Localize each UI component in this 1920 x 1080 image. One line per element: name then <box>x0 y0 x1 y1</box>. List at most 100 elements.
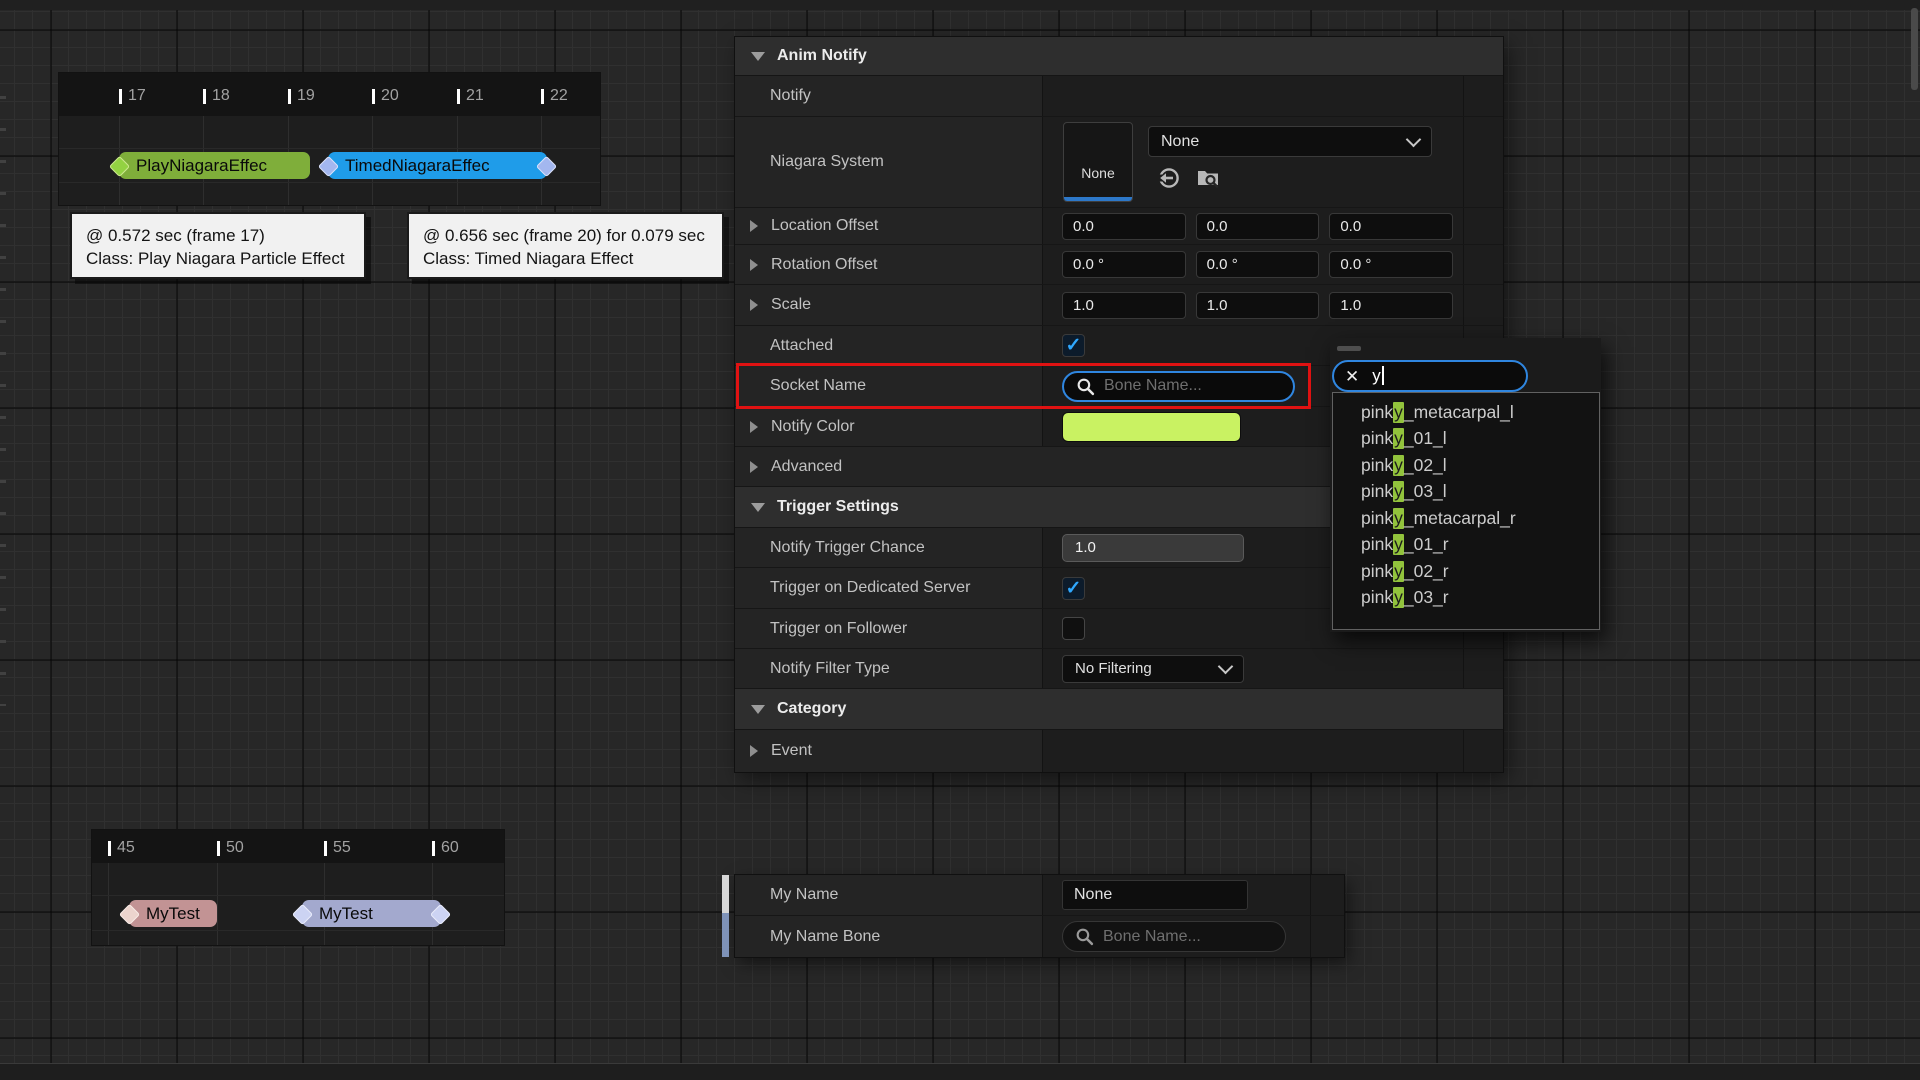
scale-y-input[interactable]: 1.0 <box>1196 292 1320 319</box>
rotation-offset-yaw-input[interactable]: 0.0 ° <box>1329 251 1453 278</box>
tooltip-time-line: @ 0.656 sec (frame 20) for 0.079 sec <box>423 224 708 247</box>
notify-diamond-icon[interactable] <box>292 904 313 925</box>
scale-x-input[interactable]: 1.0 <box>1062 292 1186 319</box>
location-offset-z-input[interactable]: 0.0 <box>1329 213 1453 240</box>
notify-state-tag-mytest[interactable]: MyTest <box>302 900 441 927</box>
section-header-anim-notify[interactable]: Anim Notify <box>735 37 1503 76</box>
property-label: Advanced <box>771 458 842 476</box>
expander-icon[interactable] <box>750 745 758 757</box>
notify-diamond-icon[interactable] <box>109 156 130 177</box>
match-highlight: y <box>1393 428 1404 449</box>
row-my-name: My Name None <box>735 875 1344 916</box>
section-title: Trigger Settings <box>777 498 899 516</box>
tooltip-time-line: @ 0.572 sec (frame 17) <box>86 224 350 247</box>
notify-diamond-icon[interactable] <box>318 156 339 177</box>
notify-tooltip-timed: @ 0.656 sec (frame 20) for 0.079 sec Cla… <box>407 212 724 279</box>
row-gutter <box>1463 76 1503 116</box>
notify-duration-diamond-icon[interactable] <box>536 156 557 177</box>
popup-grip[interactable] <box>1337 346 1361 351</box>
expander-icon[interactable] <box>750 220 758 232</box>
notify-tag-play-niagara-effect[interactable]: PlayNiagaraEffec <box>119 152 310 179</box>
bone-list-item[interactable]: pinky_01_l <box>1333 426 1599 453</box>
scale-z-input[interactable]: 1.0 <box>1329 292 1453 319</box>
tick-mark <box>217 841 220 856</box>
bone-list-item[interactable]: pinky_01_r <box>1333 532 1599 559</box>
tick-label: 50 <box>226 839 244 857</box>
row-gutter <box>1463 245 1503 284</box>
frame-ruler[interactable]: 45 50 55 60 <box>92 830 504 863</box>
expander-icon[interactable] <box>750 299 758 311</box>
collapse-arrow-icon[interactable] <box>751 705 765 714</box>
chevron-down-icon <box>1406 131 1422 147</box>
tick-label: 60 <box>441 839 459 857</box>
search-query-text: y <box>1372 366 1384 386</box>
section-header-category[interactable]: Category <box>735 689 1503 730</box>
bone-list-item[interactable]: pinky_03_l <box>1333 479 1599 506</box>
row-notify: Notify <box>735 76 1503 117</box>
frame-ruler[interactable]: 17 18 19 20 21 22 <box>59 73 600 116</box>
bone-list-item[interactable]: pinky_03_r <box>1333 585 1599 612</box>
tick-mark <box>372 89 375 104</box>
notify-track-bottom[interactable]: 45 50 55 60 MyTest MyTest <box>92 830 504 945</box>
row-notify-filter-type: Notify Filter Type No Filtering <box>735 649 1503 689</box>
notify-filter-type-dropdown[interactable]: No Filtering <box>1062 655 1244 683</box>
row-location-offset: Location Offset 0.0 0.0 0.0 <box>735 208 1503 245</box>
tick-mark <box>203 89 206 104</box>
bone-list-item[interactable]: pinky_02_l <box>1333 452 1599 479</box>
ruler-tick: 60 <box>432 839 459 857</box>
left-ruler-ticks <box>0 96 6 706</box>
notify-duration-diamond-icon[interactable] <box>430 904 451 925</box>
tick-mark <box>541 89 544 104</box>
notify-trigger-chance-input[interactable]: 1.0 <box>1062 534 1244 562</box>
clear-search-icon[interactable]: ✕ <box>1345 368 1359 385</box>
expander-icon[interactable] <box>750 259 758 271</box>
bone-list-item[interactable]: pinky_metacarpal_r <box>1333 505 1599 532</box>
ruler-tick: 21 <box>457 87 484 105</box>
browse-to-asset-icon[interactable] <box>1196 166 1220 190</box>
location-offset-y-input[interactable]: 0.0 <box>1196 213 1320 240</box>
scroll-thumb[interactable] <box>722 875 729 913</box>
notify-tag-mytest[interactable]: MyTest <box>129 900 217 927</box>
bone-list-item[interactable]: pinky_metacarpal_l <box>1333 399 1599 426</box>
notify-tag-timed-niagara-effect[interactable]: TimedNiagaraEffec <box>328 152 547 179</box>
expander-icon[interactable] <box>750 461 758 473</box>
property-label: Location Offset <box>771 217 878 235</box>
tick-mark <box>432 841 435 856</box>
panel-scroll-indicator[interactable] <box>722 875 729 957</box>
notify-color-swatch[interactable] <box>1062 412 1241 442</box>
use-selected-asset-icon[interactable] <box>1157 166 1181 190</box>
collapse-arrow-icon[interactable] <box>751 52 765 61</box>
my-name-input[interactable]: None <box>1062 880 1248 910</box>
bone-list[interactable]: pinky_metacarpal_l pinky_01_l pinky_02_l… <box>1332 392 1600 630</box>
trigger-on-follower-checkbox[interactable]: ✓ <box>1062 617 1085 640</box>
trigger-on-dedicated-server-checkbox[interactable]: ✓ <box>1062 577 1085 600</box>
ruler-tick: 18 <box>203 87 230 105</box>
right-scrollbar[interactable] <box>1911 8 1918 90</box>
rotation-offset-pitch-input[interactable]: 0.0 ° <box>1196 251 1320 278</box>
track-divider <box>92 930 504 931</box>
bone-list-item[interactable]: pinky_02_r <box>1333 558 1599 585</box>
ruler-tick: 45 <box>108 839 135 857</box>
my-name-bone-search-input[interactable]: Bone Name... <box>1062 921 1286 952</box>
row-gutter <box>1310 916 1344 957</box>
bone-search-input[interactable]: ✕ y <box>1332 360 1528 392</box>
collapse-arrow-icon[interactable] <box>751 503 765 512</box>
row-scale: Scale 1.0 1.0 1.0 <box>735 285 1503 326</box>
match-highlight: y <box>1393 481 1404 502</box>
niagara-system-dropdown[interactable]: None <box>1148 126 1432 157</box>
tick-mark <box>288 89 291 104</box>
notify-track-top[interactable]: 17 18 19 20 21 22 PlayNiagaraEffec Timed… <box>59 73 600 205</box>
track-divider <box>59 148 600 149</box>
notify-diamond-icon[interactable] <box>119 904 140 925</box>
row-gutter <box>1463 208 1503 244</box>
ruler-tick: 19 <box>288 87 315 105</box>
attached-checkbox[interactable]: ✓ <box>1062 334 1085 357</box>
socket-name-search-input[interactable]: Bone Name... <box>1062 371 1295 402</box>
rotation-offset-roll-input[interactable]: 0.0 ° <box>1062 251 1186 278</box>
location-offset-x-input[interactable]: 0.0 <box>1062 213 1186 240</box>
property-label: Notify <box>770 87 811 105</box>
property-label: Rotation Offset <box>771 256 877 274</box>
expander-icon[interactable] <box>750 421 758 433</box>
track-divider <box>59 182 600 183</box>
asset-thumbnail[interactable]: None <box>1063 122 1133 202</box>
